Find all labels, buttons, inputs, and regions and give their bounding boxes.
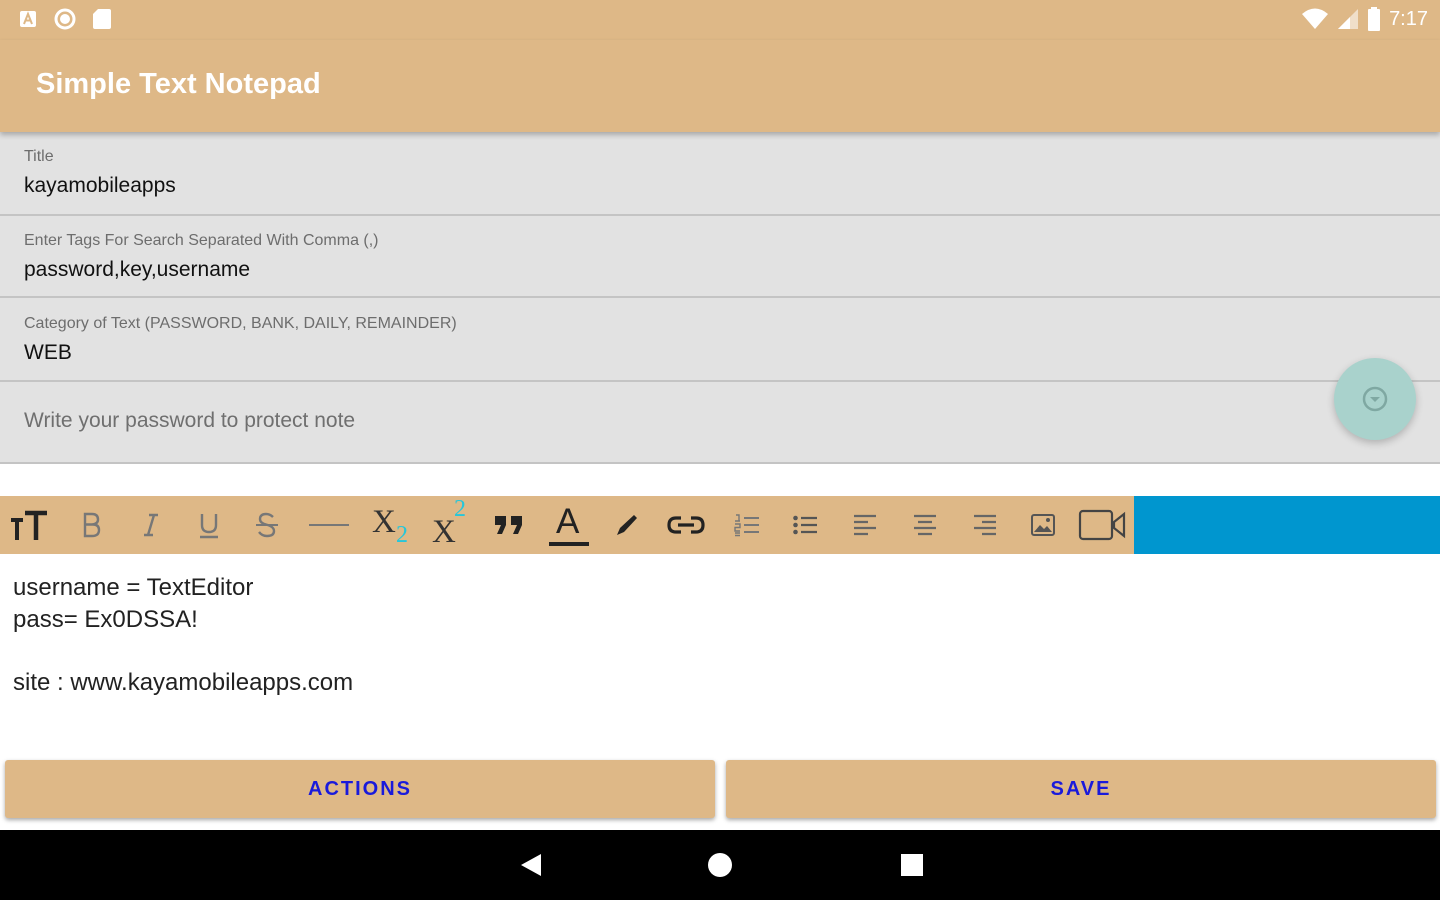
text-size-icon <box>11 510 47 540</box>
status-left-icons <box>18 8 112 30</box>
bullet-list-button[interactable] <box>778 496 832 554</box>
chevron-down-circle-icon <box>1362 386 1388 412</box>
title-field-value[interactable]: kayamobileapps <box>24 174 176 198</box>
app-bar: Simple Text Notepad <box>0 40 1440 132</box>
align-right-button[interactable] <box>958 496 1012 554</box>
formatting-toolbar: X 2 X 2 A <box>0 496 1134 554</box>
status-time: 7:17 <box>1389 7 1428 30</box>
title-field-label: Title <box>24 148 54 165</box>
strikethrough-button[interactable] <box>240 496 294 554</box>
toolbar-accent-area <box>1134 496 1440 554</box>
blockquote-icon <box>495 516 522 534</box>
subscript-icon: X 2 <box>368 502 412 548</box>
align-center-button[interactable] <box>898 496 952 554</box>
battery-icon <box>1368 7 1381 31</box>
superscript-button[interactable]: X 2 <box>422 496 478 554</box>
text-editor[interactable]: username = TextEditor pass= Ex0DSSA! sit… <box>0 554 1440 754</box>
editor-line: pass= Ex0DSSA! <box>13 606 198 633</box>
text-color-bar <box>549 542 589 546</box>
image-icon <box>1031 514 1055 536</box>
align-right-icon <box>974 514 996 536</box>
link-icon <box>667 516 705 534</box>
home-circle-icon <box>708 853 732 877</box>
align-left-button[interactable] <box>838 496 892 554</box>
password-input[interactable] <box>24 406 1304 436</box>
password-field[interactable] <box>0 382 1440 464</box>
app-title: Simple Text Notepad <box>36 68 321 100</box>
cell-signal-icon <box>1338 9 1359 29</box>
text-color-icon: A <box>545 502 589 548</box>
expand-fab-button[interactable] <box>1334 358 1416 440</box>
status-right-icons: 7:17 <box>1301 7 1428 31</box>
image-button[interactable] <box>1016 496 1070 554</box>
italic-button[interactable] <box>124 496 178 554</box>
horizontal-rule-button[interactable] <box>302 496 356 554</box>
editor-line: site : www.kayamobileapps.com <box>13 669 354 696</box>
tags-field-value[interactable]: password,key,username <box>24 258 250 282</box>
category-field-label: Category of Text (PASSWORD, BANK, DAILY,… <box>24 315 457 332</box>
video-button[interactable] <box>1074 496 1132 554</box>
title-field[interactable]: Title kayamobileapps <box>0 132 1440 216</box>
link-button[interactable] <box>658 496 714 554</box>
a-letter-icon <box>20 11 36 27</box>
tags-field-label: Enter Tags For Search Separated With Com… <box>24 232 379 249</box>
wifi-icon <box>1302 8 1329 29</box>
actions-button[interactable]: ACTIONS <box>5 760 715 818</box>
text-color-letter: A <box>556 502 580 541</box>
video-icon <box>1078 509 1126 541</box>
save-button[interactable]: SAVE <box>726 760 1436 818</box>
highlight-button[interactable] <box>600 496 654 554</box>
strikethrough-icon <box>256 512 278 538</box>
underline-icon <box>200 514 218 539</box>
italic-icon <box>144 513 158 537</box>
nav-recents-button[interactable] <box>897 850 927 880</box>
record-icon <box>54 8 76 30</box>
text-color-button[interactable]: A <box>540 496 594 554</box>
bold-button[interactable] <box>64 496 118 554</box>
text-size-button[interactable] <box>4 496 56 554</box>
bullet-list-icon <box>793 515 817 535</box>
subscript-base: X <box>372 504 396 540</box>
nav-home-button[interactable] <box>705 850 735 880</box>
back-triangle-icon <box>521 854 541 876</box>
align-center-icon <box>914 514 936 536</box>
align-left-icon <box>854 514 876 536</box>
numbered-list-icon <box>734 514 759 537</box>
recents-square-icon <box>901 854 923 876</box>
status-bar: 7:17 <box>0 0 1440 40</box>
bold-icon <box>83 512 101 538</box>
superscript-base: X <box>432 514 456 550</box>
sd-card-icon <box>93 9 111 29</box>
numbered-list-button[interactable] <box>720 496 774 554</box>
category-field[interactable]: Category of Text (PASSWORD, BANK, DAILY,… <box>0 298 1440 382</box>
superscript-number: 2 <box>454 496 466 522</box>
blockquote-button[interactable] <box>482 496 536 554</box>
pen-icon <box>617 515 637 535</box>
category-field-value[interactable]: WEB <box>24 341 72 365</box>
subscript-button[interactable]: X 2 <box>362 496 418 554</box>
navigation-bar <box>0 830 1440 900</box>
subscript-number: 2 <box>396 522 408 548</box>
nav-back-button[interactable] <box>515 850 545 880</box>
editor-line: username = TextEditor <box>13 574 254 601</box>
underline-button[interactable] <box>182 496 236 554</box>
tags-field[interactable]: Enter Tags For Search Separated With Com… <box>0 216 1440 298</box>
superscript-icon: X 2 <box>428 496 472 550</box>
horizontal-rule-icon <box>309 524 349 526</box>
